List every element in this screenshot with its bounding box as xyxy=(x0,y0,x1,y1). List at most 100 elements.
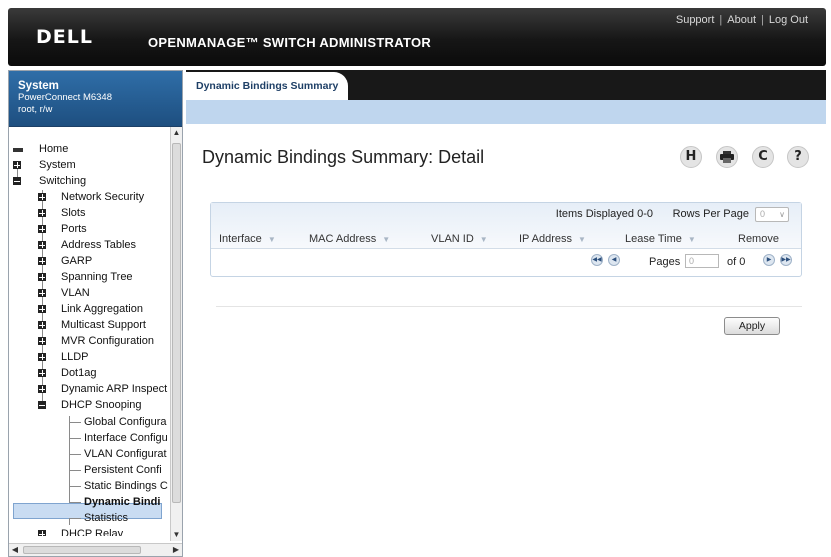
dell-logo: DELL xyxy=(36,26,93,48)
tree-item-garp[interactable]: GARP xyxy=(38,253,92,269)
tab-dynamic-bindings-summary[interactable]: Dynamic Bindings Summary xyxy=(186,72,348,100)
expand-icon[interactable] xyxy=(38,530,46,536)
sidebar-horizontal-scrollbar[interactable]: ◀ ▶ xyxy=(9,543,182,556)
tree-item-persistent-configuration[interactable]: Persistent Confi xyxy=(84,462,162,478)
column-label: VLAN ID xyxy=(431,233,474,245)
sort-icon[interactable]: ▼ xyxy=(480,235,488,244)
about-link[interactable]: About xyxy=(727,14,756,26)
tree-label: System xyxy=(39,159,76,171)
logout-link[interactable]: Log Out xyxy=(769,14,808,26)
column-header-lease-time[interactable]: Lease Time ▼ xyxy=(625,233,696,245)
tree-line xyxy=(69,438,81,439)
icon-glyph: C xyxy=(758,149,768,164)
scroll-thumb[interactable] xyxy=(23,546,141,554)
tree-item-system[interactable]: System xyxy=(13,157,76,173)
scroll-right-icon[interactable]: ▶ xyxy=(170,544,182,556)
tree-item-statistics[interactable]: Statistics xyxy=(84,510,128,526)
tree-line xyxy=(69,470,81,471)
last-page-icon[interactable]: ▶▶ xyxy=(780,254,792,266)
expand-icon[interactable] xyxy=(38,209,46,217)
tree-item-dot1ag[interactable]: Dot1ag xyxy=(38,365,96,381)
tree-item-global-configuration[interactable]: Global Configura xyxy=(84,414,167,430)
scroll-left-icon[interactable]: ◀ xyxy=(9,544,21,556)
expand-icon[interactable] xyxy=(38,257,46,265)
tree-item-vlan[interactable]: VLAN xyxy=(38,285,90,301)
tree-item-address-tables[interactable]: Address Tables xyxy=(38,237,136,253)
scroll-thumb[interactable] xyxy=(172,143,181,503)
previous-page-icon[interactable]: ◀ xyxy=(608,254,620,266)
expand-icon[interactable] xyxy=(38,225,46,233)
tree-item-home[interactable]: Home xyxy=(13,141,68,157)
expand-icon[interactable] xyxy=(38,289,46,297)
support-link[interactable]: Support xyxy=(676,14,715,26)
expand-icon[interactable] xyxy=(38,385,46,393)
apply-button[interactable]: Apply xyxy=(724,317,780,335)
page-number-input[interactable]: 0 xyxy=(685,254,719,268)
nav-tree: Home System Switching Network Security S… xyxy=(9,127,182,541)
tree-item-dynamic-bindings[interactable]: Dynamic Bindi xyxy=(84,494,160,510)
tree-item-interface-configuration[interactable]: Interface Configu xyxy=(84,430,168,446)
tree-label: VLAN xyxy=(61,287,90,299)
tree-item-vlan-configuration[interactable]: VLAN Configurat xyxy=(84,446,167,462)
divider xyxy=(216,306,802,307)
printer-glyph xyxy=(720,151,734,163)
tree-label: VLAN Configurat xyxy=(84,448,167,460)
sort-icon[interactable]: ▼ xyxy=(688,235,696,244)
column-label: Remove xyxy=(738,233,779,245)
expand-icon[interactable] xyxy=(38,193,46,201)
tree-item-mvr-configuration[interactable]: MVR Configuration xyxy=(38,333,154,349)
column-header-mac-address[interactable]: MAC Address ▼ xyxy=(309,233,390,245)
expand-icon[interactable] xyxy=(38,337,46,345)
sort-icon[interactable]: ▼ xyxy=(382,235,390,244)
tree-line xyxy=(69,518,81,519)
scroll-up-icon[interactable]: ▲ xyxy=(172,127,181,139)
expand-icon[interactable] xyxy=(38,241,46,249)
expand-icon[interactable] xyxy=(38,273,46,281)
tree-item-switching[interactable]: Switching xyxy=(13,173,86,189)
tree-item-ports[interactable]: Ports xyxy=(38,221,87,237)
refresh-icon[interactable]: C xyxy=(752,146,774,168)
rows-per-page-select[interactable]: 0 ∨ xyxy=(755,207,789,222)
tree-label: Persistent Confi xyxy=(84,464,162,476)
tree-label: Switching xyxy=(39,175,87,187)
tree-label: DHCP Snooping xyxy=(61,399,142,411)
next-page-icon[interactable]: ▶ xyxy=(763,254,775,266)
tree-item-slots[interactable]: Slots xyxy=(38,205,85,221)
scroll-down-icon[interactable]: ▼ xyxy=(172,529,181,541)
tree-item-link-aggregation[interactable]: Link Aggregation xyxy=(38,301,143,317)
tree-item-static-bindings[interactable]: Static Bindings C xyxy=(84,478,168,494)
system-info-box[interactable]: System PowerConnect M6348 root, r/w xyxy=(9,71,182,127)
tree-item-lldp[interactable]: LLDP xyxy=(38,349,89,365)
print-icon[interactable] xyxy=(716,146,738,168)
tree-item-dynamic-arp-inspection[interactable]: Dynamic ARP Inspect xyxy=(38,381,167,397)
column-label: Interface xyxy=(219,233,262,245)
tree-item-spanning-tree[interactable]: Spanning Tree xyxy=(38,269,133,285)
expand-icon[interactable] xyxy=(38,369,46,377)
expand-icon[interactable] xyxy=(38,321,46,329)
expand-icon[interactable] xyxy=(38,305,46,313)
expand-icon[interactable] xyxy=(38,353,46,361)
help-context-icon[interactable]: H xyxy=(680,146,702,168)
tree-label: Dot1ag xyxy=(61,367,97,379)
sidebar-vertical-scrollbar[interactable]: ▲ ▼ xyxy=(170,127,182,541)
tree-item-dhcp-relay[interactable]: DHCP Relay xyxy=(38,526,123,536)
tree-item-dhcp-snooping[interactable]: DHCP Snooping xyxy=(38,397,142,413)
column-header-ip-address[interactable]: IP Address ▼ xyxy=(519,233,586,245)
collapse-icon[interactable] xyxy=(38,401,46,409)
tree-item-multicast-support[interactable]: Multicast Support xyxy=(38,317,146,333)
tree-label: Network Security xyxy=(61,191,145,203)
help-icon[interactable]: ? xyxy=(787,146,809,168)
sort-icon[interactable]: ▼ xyxy=(578,235,586,244)
sort-icon[interactable]: ▼ xyxy=(268,235,276,244)
first-page-icon[interactable]: ◀◀ xyxy=(591,254,603,266)
chevron-down-icon: ∨ xyxy=(779,210,785,219)
column-label: Lease Time xyxy=(625,233,682,245)
tree-item-network-security[interactable]: Network Security xyxy=(38,189,144,205)
collapse-icon[interactable] xyxy=(13,177,21,185)
expand-icon[interactable] xyxy=(13,161,21,169)
column-header-interface[interactable]: Interface ▼ xyxy=(219,233,276,245)
column-header-vlan-id[interactable]: VLAN ID ▼ xyxy=(431,233,488,245)
top-links: Support | About | Log Out xyxy=(676,14,808,26)
tree-label: Multicast Support xyxy=(61,319,146,331)
column-label: IP Address xyxy=(519,233,572,245)
